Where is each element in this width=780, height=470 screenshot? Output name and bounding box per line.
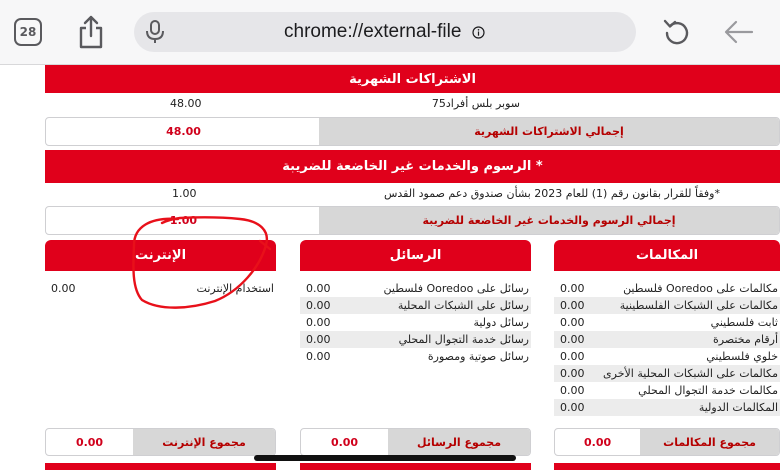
messages-row-value: 0.00 — [306, 350, 331, 363]
calls-row-value: 0.00 — [560, 401, 585, 414]
fees-item-value: 1.00 — [172, 187, 197, 200]
next-section-header-calls — [554, 463, 780, 470]
messages-total-label: مجموع الرسائل — [388, 429, 530, 455]
home-indicator — [254, 455, 516, 461]
calls-row: مكالمات على Ooredoo فلسطين 0.00 — [554, 280, 780, 297]
fees-item-label: *وفقاً للقرار بقانون رقم (1) للعام 2023 … — [383, 187, 720, 200]
messages-row-label: رسائل صوتية ومصورة — [427, 350, 529, 363]
url-text: chrome://external-file — [284, 21, 462, 42]
messages-row-value: 0.00 — [306, 299, 331, 312]
calls-row-label: خلوي فلسطيني — [706, 350, 778, 363]
next-section-header-internet — [45, 463, 276, 470]
browser-toolbar: 28 chrome://external-file — [0, 0, 780, 65]
internet-total-box: مجموع الإنترنت 0.00 — [45, 428, 276, 456]
calls-row-label: المكالمات الدولية — [698, 401, 778, 414]
calls-row-label: مكالمات على الشبكات المحلية الأخرى — [603, 367, 778, 380]
calls-total-value: 0.00 — [583, 435, 612, 449]
calls-header: المكالمات — [554, 240, 780, 271]
calls-row-label: ثابت فلسطيني — [710, 316, 778, 329]
messages-row: رسائل صوتية ومصورة 0.00 — [300, 348, 531, 365]
calls-row: أرقام مختصرة 0.00 — [554, 331, 780, 348]
share-icon[interactable] — [76, 14, 106, 50]
monthly-item-value: 48.00 — [170, 97, 202, 110]
calls-row-value: 0.00 — [560, 367, 585, 380]
calls-row-value: 0.00 — [560, 299, 585, 312]
calls-row: مكالمات خدمة التجوال المحلي 0.00 — [554, 382, 780, 399]
address-bar[interactable]: chrome://external-file — [134, 12, 636, 52]
calls-row-label: أرقام مختصرة — [713, 333, 778, 346]
fees-total-label: إجمالي الرسوم والخدمات غير الخاضعة للضري… — [319, 207, 779, 234]
calls-row-value: 0.00 — [560, 384, 585, 397]
back-arrow-icon[interactable] — [724, 19, 754, 45]
calls-row-value: 0.00 — [560, 333, 585, 346]
microphone-icon[interactable] — [144, 20, 166, 44]
internet-total-label: مجموع الإنترنت — [133, 429, 275, 455]
messages-row: رسائل على الشبكات المحلية 0.00 — [300, 297, 531, 314]
calls-total-label: مجموع المكالمات — [640, 429, 779, 455]
calls-total-box: مجموع المكالمات 0.00 — [554, 428, 780, 456]
tabs-icon[interactable]: 28 — [14, 18, 42, 46]
reload-icon[interactable] — [662, 17, 692, 47]
messages-row-label: رسائل دولية — [473, 316, 529, 329]
calls-row-label: مكالمات على Ooredoo فلسطين — [623, 282, 778, 295]
monthly-subscriptions-header: الاشتراكات الشهرية — [45, 65, 780, 93]
bill-content: الاشتراكات الشهرية سوبر بلس أفراد75 48.0… — [0, 65, 780, 470]
monthly-total-value: 48.00 — [166, 125, 201, 138]
tax-exempt-fees-header: * الرسوم والخدمات غير الخاضعة للضريبة — [45, 150, 780, 183]
calls-row: مكالمات على الشبكات الفلسطينية 0.00 — [554, 297, 780, 314]
monthly-item-label: سوبر بلس أفراد75 — [431, 97, 520, 110]
calls-row-label: مكالمات على الشبكات الفلسطينية — [619, 299, 778, 312]
internet-total-value: 0.00 — [75, 435, 104, 449]
annotation-scribble — [132, 216, 272, 309]
messages-row: رسائل خدمة التجوال المحلي 0.00 — [300, 331, 531, 348]
monthly-total-label: إجمالي الاشتراكات الشهرية — [319, 118, 779, 145]
internet-row-value: 0.00 — [51, 282, 76, 295]
tab-count: 28 — [19, 25, 37, 39]
calls-row-value: 0.00 — [560, 350, 585, 363]
fees-item-row: *وفقاً للقرار بقانون رقم (1) للعام 2023 … — [172, 187, 720, 203]
messages-row-label: رسائل على Ooredoo فلسطين — [383, 282, 529, 295]
monthly-total-box: إجمالي الاشتراكات الشهرية 48.00 — [45, 117, 780, 146]
messages-row-label: رسائل على الشبكات المحلية — [397, 299, 529, 312]
messages-total-value: 0.00 — [330, 435, 359, 449]
messages-row-label: رسائل خدمة التجوال المحلي — [398, 333, 529, 346]
messages-row: رسائل دولية 0.00 — [300, 314, 531, 331]
messages-row-value: 0.00 — [306, 316, 331, 329]
messages-row-value: 0.00 — [306, 282, 331, 295]
calls-row: مكالمات على الشبكات المحلية الأخرى 0.00 — [554, 365, 780, 382]
calls-row-value: 0.00 — [560, 316, 585, 329]
calls-row-label: مكالمات خدمة التجوال المحلي — [638, 384, 778, 397]
calls-row: خلوي فلسطيني 0.00 — [554, 348, 780, 365]
calls-row: المكالمات الدولية 0.00 — [554, 399, 780, 416]
calls-row-value: 0.00 — [560, 282, 585, 295]
calls-row: ثابت فلسطيني 0.00 — [554, 314, 780, 331]
next-section-header-messages — [300, 463, 531, 470]
monthly-item-row: سوبر بلس أفراد75 48.00 — [170, 97, 520, 113]
messages-header: الرسائل — [300, 240, 531, 271]
messages-total-box: مجموع الرسائل 0.00 — [300, 428, 531, 456]
messages-row: رسائل على Ooredoo فلسطين 0.00 — [300, 280, 531, 297]
messages-row-value: 0.00 — [306, 333, 331, 346]
info-icon[interactable] — [472, 26, 485, 39]
